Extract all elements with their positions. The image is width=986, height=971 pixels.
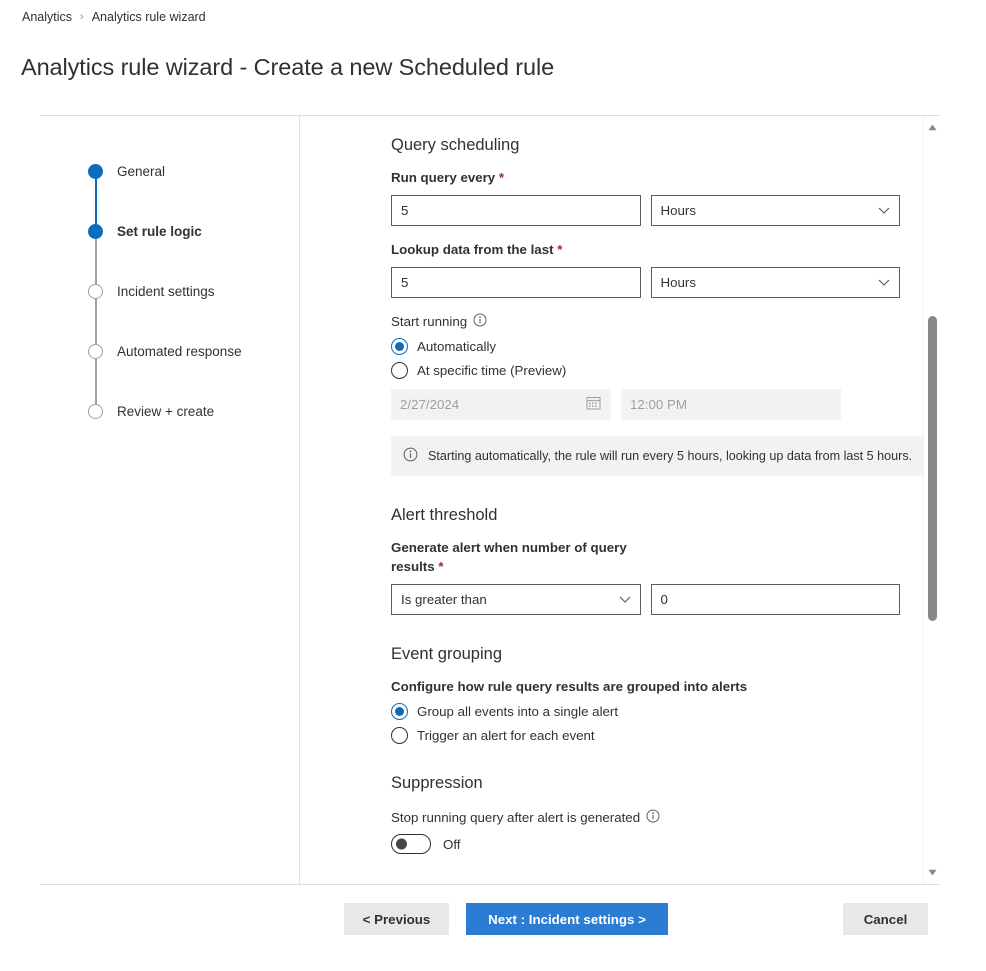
sidebar-step-automated-response[interactable]: Automated response: [88, 344, 242, 359]
scroll-up-arrow-icon[interactable]: [924, 119, 940, 136]
content-scrollbar[interactable]: [923, 116, 940, 884]
alert-threshold-operator-select[interactable]: Is greater than: [391, 583, 641, 615]
radio-indicator-icon: [391, 727, 408, 745]
wizard-content-pane: Query scheduling Run query every * 5 Hou…: [300, 116, 940, 884]
label-lookup-data: Lookup data from the last *: [391, 241, 661, 260]
start-date-input[interactable]: 2/27/2024: [391, 388, 611, 420]
start-time-input[interactable]: 12:00 PM: [621, 388, 841, 420]
previous-button[interactable]: < Previous: [344, 903, 449, 935]
section-heading-alert-threshold: Alert threshold: [391, 505, 498, 524]
breadcrumb: Analytics › Analytics rule wizard: [22, 10, 206, 24]
step-label: Automated response: [117, 344, 242, 359]
next-incident-settings-button[interactable]: Next : Incident settings >: [466, 903, 668, 935]
time-value: 12:00 PM: [630, 396, 687, 412]
radio-indicator-icon: [391, 361, 408, 379]
chevron-down-icon: [878, 203, 890, 218]
label-start-running: Start running: [391, 313, 900, 330]
label-run-query-every: Run query every *: [391, 169, 661, 188]
select-value: Is greater than: [401, 591, 487, 607]
radio-trigger-each-event[interactable]: Trigger an alert for each event: [391, 727, 900, 745]
row-run-query-every: 5 Hours: [391, 194, 900, 226]
run-query-every-unit-select[interactable]: Hours: [650, 194, 900, 226]
section-heading-suppression: Suppression: [391, 774, 483, 793]
input-value: 5: [401, 202, 409, 218]
info-icon[interactable]: [473, 313, 487, 330]
info-icon[interactable]: [646, 809, 660, 826]
wizard-footer: < Previous Next : Incident settings > Ca…: [0, 900, 986, 940]
start-running-radio-group: Automatically At specific time (Preview): [391, 337, 900, 379]
section-heading-query-scheduling: Query scheduling: [391, 136, 520, 154]
alert-threshold-value-input[interactable]: 0: [650, 583, 900, 615]
label-text: Generate alert when number of query resu…: [391, 539, 627, 574]
suppression-toggle[interactable]: [391, 834, 431, 855]
radio-label: At specific time (Preview): [417, 362, 567, 378]
step-label: Set rule logic: [117, 224, 202, 239]
radio-automatically[interactable]: Automatically: [391, 337, 900, 355]
suppression-toggle-row: Off: [391, 834, 900, 855]
lookup-data-input[interactable]: 5: [391, 266, 641, 298]
breadcrumb-item-analytics-rule-wizard[interactable]: Analytics rule wizard: [92, 10, 206, 24]
date-value: 2/27/2024: [400, 396, 460, 412]
radio-label: Automatically: [417, 338, 497, 354]
breadcrumb-item-analytics[interactable]: Analytics: [22, 10, 72, 24]
radio-group-all-events[interactable]: Group all events into a single alert: [391, 703, 900, 721]
label-stop-running-query: Stop running query after alert is genera…: [391, 809, 900, 826]
radio-indicator-icon: [391, 703, 408, 721]
required-marker: *: [557, 241, 563, 257]
info-message-bar: Starting automatically, the rule will ru…: [391, 435, 931, 476]
row-lookup-data: 5 Hours: [391, 266, 900, 298]
scrollbar-thumb[interactable]: [928, 316, 937, 621]
scroll-down-arrow-icon[interactable]: [924, 864, 940, 881]
run-query-every-input[interactable]: 5: [391, 194, 641, 226]
label-text: Stop running query after alert is genera…: [391, 810, 641, 826]
select-value: Hours: [660, 202, 696, 218]
radio-at-specific-time[interactable]: At specific time (Preview): [391, 361, 900, 379]
toggle-knob-icon: [396, 838, 407, 850]
label-text: Lookup data from the last: [391, 241, 554, 257]
radio-label: Group all events into a single alert: [417, 704, 619, 720]
label-text: Run query every: [391, 170, 496, 185]
input-value: 5: [401, 274, 409, 290]
step-label: Incident settings: [117, 284, 215, 299]
label-event-grouping: Configure how rule query results are gro…: [391, 678, 748, 694]
info-message-text: Starting automatically, the rule will ru…: [428, 448, 913, 463]
step-label: General: [117, 164, 166, 179]
row-start-datetime: 2/27/2024 12:00 PM: [391, 388, 900, 420]
lookup-data-unit-select[interactable]: Hours: [650, 266, 900, 298]
calendar-icon[interactable]: [586, 395, 601, 413]
sidebar-step-review-create[interactable]: Review + create: [88, 404, 214, 419]
required-marker: *: [498, 170, 505, 185]
info-icon: [403, 447, 418, 465]
step-dot-icon: [88, 404, 103, 419]
suppression-toggle-state: Off: [443, 836, 461, 852]
chevron-down-icon: [619, 592, 631, 607]
sidebar-step-general[interactable]: General: [88, 164, 165, 179]
input-value: 0: [660, 591, 668, 607]
step-label: Review + create: [117, 404, 215, 419]
sidebar-step-set-rule-logic[interactable]: Set rule logic: [88, 224, 202, 239]
step-dot-icon: [88, 224, 103, 239]
wizard-steps-sidebar: General Set rule logic Incident settings…: [40, 116, 300, 884]
step-dot-icon: [88, 284, 103, 299]
required-marker: *: [438, 558, 444, 574]
row-alert-threshold: Is greater than 0: [391, 583, 900, 615]
label-generate-alert: Generate alert when number of query resu…: [391, 539, 661, 577]
label-text: Start running: [391, 313, 468, 329]
page-title: Analytics rule wizard - Create a new Sch…: [21, 54, 555, 80]
select-value: Hours: [660, 274, 696, 290]
event-grouping-radio-group: Group all events into a single alert Tri…: [391, 703, 900, 745]
radio-label: Trigger an alert for each event: [417, 728, 595, 744]
cancel-button[interactable]: Cancel: [843, 903, 928, 935]
radio-indicator-icon: [391, 337, 408, 355]
breadcrumb-separator-icon: ›: [80, 11, 84, 23]
sidebar-step-incident-settings[interactable]: Incident settings: [88, 284, 215, 299]
section-heading-event-grouping: Event grouping: [391, 644, 502, 663]
step-dot-icon: [88, 344, 103, 359]
step-dot-icon: [88, 164, 103, 179]
wizard-panel: General Set rule logic Incident settings…: [40, 115, 940, 885]
chevron-down-icon: [878, 275, 890, 290]
